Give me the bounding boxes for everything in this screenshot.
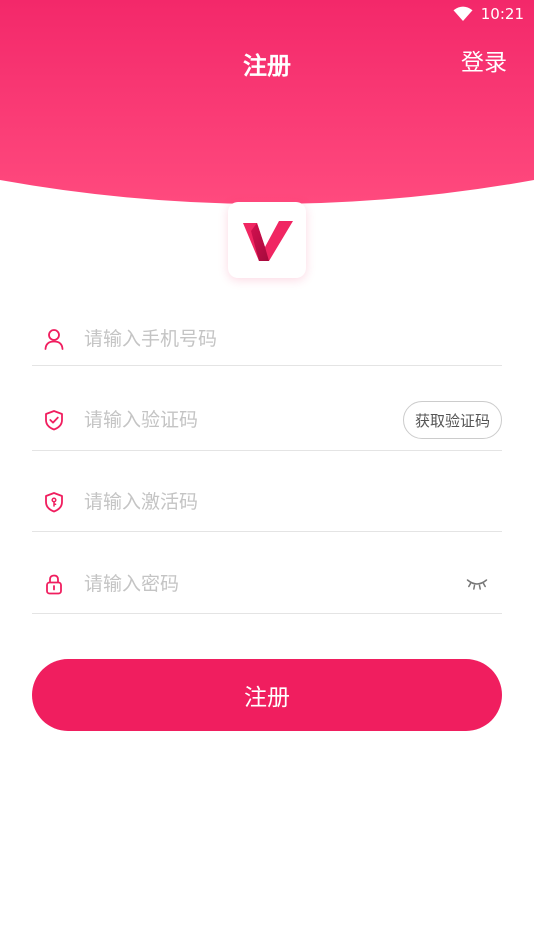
status-bar: 10:21 bbox=[0, 0, 534, 28]
password-field bbox=[32, 554, 502, 614]
lock-icon bbox=[46, 574, 62, 594]
status-time: 10:21 bbox=[480, 5, 524, 23]
phone-input[interactable] bbox=[84, 318, 502, 359]
page-title: 注册 bbox=[243, 52, 291, 80]
wifi-icon bbox=[453, 6, 473, 21]
code-input[interactable] bbox=[84, 400, 403, 440]
login-link[interactable]: 登录 bbox=[461, 43, 507, 77]
get-code-button[interactable]: 获取验证码 bbox=[402, 401, 502, 439]
eye-closed-icon[interactable] bbox=[466, 577, 488, 591]
nav-bar: 注册 登录 bbox=[0, 38, 534, 82]
shield-check-icon bbox=[45, 410, 63, 431]
phone-field bbox=[32, 312, 502, 366]
password-input[interactable] bbox=[84, 563, 466, 604]
activation-field bbox=[32, 473, 502, 532]
user-icon bbox=[44, 328, 64, 350]
register-button[interactable]: 注册 bbox=[32, 659, 502, 731]
code-field: 获取验证码 bbox=[32, 390, 502, 451]
activation-input[interactable] bbox=[84, 482, 502, 522]
shield-key-icon bbox=[45, 492, 63, 513]
header-background bbox=[0, 0, 534, 205]
v-logo-icon bbox=[243, 221, 293, 261]
app-logo bbox=[228, 202, 306, 278]
